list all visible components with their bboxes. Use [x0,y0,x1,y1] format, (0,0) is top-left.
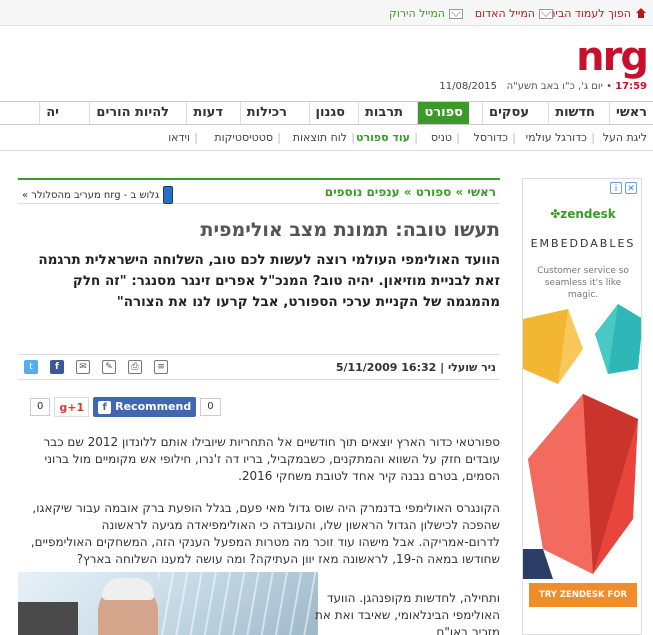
zendesk-ad[interactable]: i ✕ ✤zendesk EMBEDDABLES Customer servic… [522,178,642,635]
red-mail-link[interactable]: המייל האדום [475,7,553,20]
article-paragraph: הקונגרס האולימפי בדנמרק היה שוס גדול מאי… [30,501,500,566]
current-time: 17:59 [615,81,647,92]
ad-close-icon[interactable]: ✕ [625,182,637,194]
author-date: ניר שועלי | 16:32 5/11/2009 [335,361,496,374]
make-homepage-label: הפוך לעמוד הבית [548,7,631,20]
nav-tab-gossip[interactable]: רכילות [239,102,293,124]
article-paragraph: ספורטאי כדור הארץ יוצאים תוך חודשיים אל … [43,435,501,483]
utility-bar: הפוך לעמוד הבית המייל האדום המייל הירוק [0,0,653,26]
gplus-button[interactable]: g+1 [54,397,90,417]
pencil-icon[interactable]: ✎ [102,360,116,374]
subnav-world-football[interactable]: כדורגל עולמי [526,131,587,144]
subnav-basketball[interactable]: כדורסל [474,131,508,144]
nav-tab-opinions[interactable]: דעות [186,102,229,124]
subnav-premier-league[interactable]: ליגת העל [603,131,647,144]
fb-recommend-label: Recommend [115,400,192,413]
breadcrumb-bar: ראשי » ספורט » ענפים נוספים גלוש ב - nrg… [18,178,500,204]
photo-suit [18,602,78,635]
divider [0,150,653,151]
subnav-more-sport[interactable]: עוד ספורט [356,131,410,144]
mail-icon[interactable]: ✉ [76,360,90,374]
article-photo[interactable] [18,572,318,635]
fb-recommend-button[interactable]: f Recommend [93,397,197,417]
subnav-results[interactable]: לוח תוצאות [293,131,347,144]
nav-tab-parenting[interactable]: להיות הורים [89,102,175,124]
subnav-video[interactable]: וידאו [168,131,190,144]
home-icon [635,8,647,19]
envelope-icon [539,8,553,19]
subnav-separator: | [512,131,516,144]
nav-tab-news[interactable]: חדשות [548,102,601,124]
ad-tagline: EMBEDDABLES [530,237,636,250]
subnav-tennis[interactable]: טניס [431,131,452,144]
article-lead: הוועד האולימפי העולמי רוצה לעשות לכם טוב… [38,252,500,310]
author-name[interactable]: ניר שועלי [448,361,496,374]
subnav-separator: | [351,131,355,144]
sub-navigation: ליגת העל | כדורגל עולמי | כדורסל | טניס … [0,128,653,148]
gregorian-date: 11/08/2015 [439,81,497,92]
ad-copy: Customer service so seamless it's like m… [537,266,629,300]
facebook-icon[interactable]: f [50,360,64,374]
ad-controls: i ✕ [610,182,637,194]
print-icon[interactable]: ⎙ [128,360,142,374]
red-mail-label: המייל האדום [474,7,535,20]
mobile-promo-link[interactable]: גלוש ב - nrg מעריב מהסלולר » [22,186,174,204]
make-homepage-link[interactable]: הפוך לעמוד הבית [548,7,647,20]
subnav-separator: | [277,131,281,144]
green-mail-link[interactable]: המייל הירוק [389,7,463,20]
comment-icon[interactable]: ≡ [154,360,168,374]
main-navigation: ראשי חדשות עסקים ספורט תרבות סגנון רכילו… [0,101,653,125]
green-mail-label: המייל הירוק [389,7,445,20]
mobile-phone-icon [163,186,174,204]
article-meta-bar: ניר שועלי | 16:32 5/11/2009 t f ✉ ✎ ⎙ ≡ [18,354,500,380]
article-tools: t f ✉ ✎ ⎙ ≡ [24,360,168,374]
facebook-icon: f [98,400,112,414]
nav-tab-more[interactable]: יה [39,102,65,124]
subnav-separator: | [194,131,198,144]
subnav-stats[interactable]: סטטיסטיקות [214,131,273,144]
nav-tab-culture[interactable]: תרבות [358,102,409,124]
photo-background [158,572,318,635]
fb-recommend-count: 0 [200,398,221,416]
ad-brand: ✤zendesk [550,207,616,221]
subnav-separator: | [591,131,595,144]
article-title: תעשו טובה: תמונת מצב אולימפית [200,219,500,241]
photo-hair [102,578,154,600]
nav-tab-home[interactable]: ראשי [609,102,653,124]
subnav-separator: | [456,131,460,144]
publish-date: 16:32 5/11/2009 [335,361,437,374]
nav-tab-sport[interactable]: ספורט [417,102,469,124]
date-line: 17:59 • יום ג', כ"ו באב תשע"ה 11/08/2015 [439,81,647,92]
gplus-count: 0 [30,398,51,416]
hebrew-date: יום ג', כ"ו באב תשע"ה [506,81,603,92]
ad-cta-button[interactable]: TRY ZENDESK FOR FREE [529,583,637,624]
nav-tab-style[interactable]: סגנון [308,102,351,124]
nav-tab-business[interactable]: עסקים [482,102,535,124]
envelope-icon [449,8,463,19]
breadcrumb[interactable]: ראשי » ספורט » ענפים נוספים [325,185,496,199]
mobile-promo-label: גלוש ב - nrg מעריב מהסלולר » [22,189,160,201]
ad-info-icon[interactable]: i [610,182,622,194]
site-logo[interactable]: nrg [576,34,649,80]
social-buttons: 0 g+1 f Recommend 0 [30,396,221,418]
twitter-icon[interactable]: t [24,360,38,374]
article-paragraph: ותחילה, לחדשות מקופנהגן. הוועד האולימפי … [314,591,500,635]
gem-illustration [523,304,641,579]
subnav-separator: | [414,131,418,144]
